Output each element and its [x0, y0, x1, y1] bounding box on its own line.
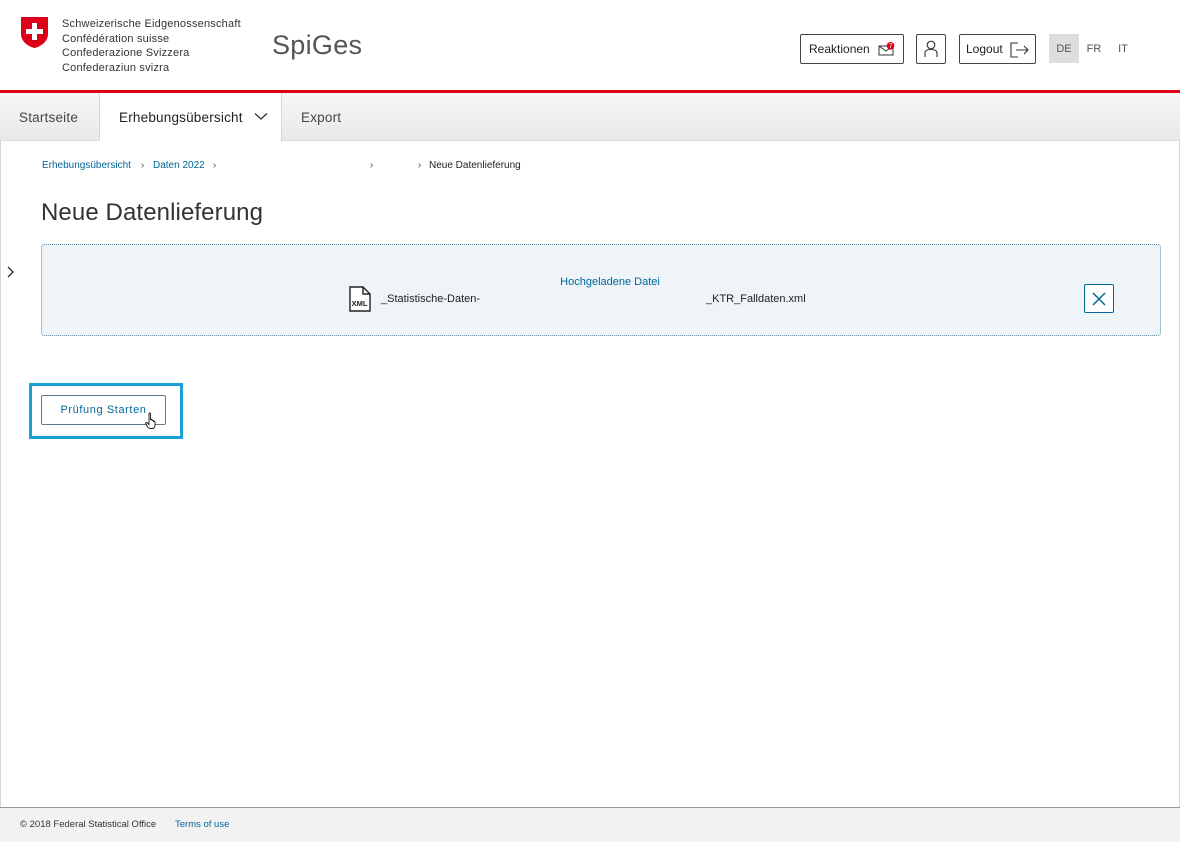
file-name-suffix: _KTR_Falldaten.xml	[706, 293, 806, 305]
chevron-down-icon	[254, 113, 268, 120]
nav-export-label: Export	[301, 109, 342, 125]
swiss-cross-icon[interactable]	[20, 16, 49, 49]
logout-button[interactable]: Logout	[959, 34, 1036, 64]
xml-file-type: XML	[352, 299, 368, 308]
close-icon	[1092, 291, 1106, 306]
nav-erhebungsuebersicht-label: Erhebungsübersicht	[119, 110, 243, 125]
nav-startseite[interactable]: Startseite	[0, 93, 100, 141]
confederation-line-fr: Confédération suisse	[62, 32, 170, 45]
file-name-prefix: _Statistische-Daten-	[381, 293, 481, 305]
remove-file-button[interactable]	[1084, 284, 1114, 313]
uploaded-file-panel: XML Hochgeladene Datei _Statistische-Dat…	[41, 244, 1161, 336]
language-fr[interactable]: FR	[1079, 34, 1109, 63]
start-check-label: Prüfung Starten	[60, 404, 147, 416]
breadcrumb-separator: ›	[370, 160, 374, 171]
chevron-right-icon[interactable]	[6, 265, 16, 279]
hand-cursor-icon	[145, 412, 156, 429]
header: Schweizerische Eidgenossenschaft Confédé…	[0, 0, 1180, 92]
confederation-line-it: Confederazione Svizzera	[62, 47, 190, 59]
confederation-line-rm: Confederaziun svizra	[62, 61, 170, 74]
uploaded-file-label: Hochgeladene Datei	[560, 276, 660, 288]
nav-erhebungsuebersicht[interactable]: Erhebungsübersicht	[100, 93, 282, 142]
breadcrumb-separator: ›	[141, 160, 145, 171]
footer-copyright: © 2018 Federal Statistical Office	[20, 819, 157, 830]
reaktionen-button[interactable]: Reaktionen 7	[800, 34, 904, 64]
nav-export[interactable]: Export	[282, 93, 372, 141]
confederation-line-de: Schweizerische Eidgenossenschaft	[62, 18, 241, 30]
breadcrumb-separator: ›	[418, 160, 422, 171]
reaktionen-badge: 7	[889, 43, 893, 50]
user-icon	[924, 40, 938, 57]
user-profile-button[interactable]	[916, 34, 946, 64]
nav-startseite-label: Startseite	[19, 109, 79, 125]
breadcrumb-erhebungsuebersicht[interactable]: Erhebungsübersicht	[42, 160, 131, 171]
breadcrumb-daten-2022[interactable]: Daten 2022	[153, 160, 205, 171]
breadcrumb-current: Neue Datenlieferung	[429, 160, 521, 171]
envelope-icon: 7	[878, 42, 895, 56]
confederation-text: Schweizerische Eidgenossenschaft Confédé…	[62, 17, 241, 75]
app-title[interactable]: SpiGes	[272, 30, 362, 61]
footer: © 2018 Federal Statistical Office Terms …	[0, 807, 1180, 842]
logout-label: Logout	[966, 42, 1003, 56]
language-it[interactable]: IT	[1108, 34, 1138, 63]
page-title: Neue Datenlieferung	[41, 199, 264, 226]
terms-of-use-link[interactable]: Terms of use	[175, 819, 229, 830]
breadcrumb-separator: ›	[213, 160, 217, 171]
logout-icon	[1010, 42, 1029, 58]
language-de[interactable]: DE	[1049, 34, 1079, 63]
reaktionen-label: Reaktionen	[809, 42, 870, 56]
xml-file-icon: XML	[349, 286, 371, 312]
main-nav: Startseite Erhebungsübersicht Export	[0, 93, 1180, 142]
